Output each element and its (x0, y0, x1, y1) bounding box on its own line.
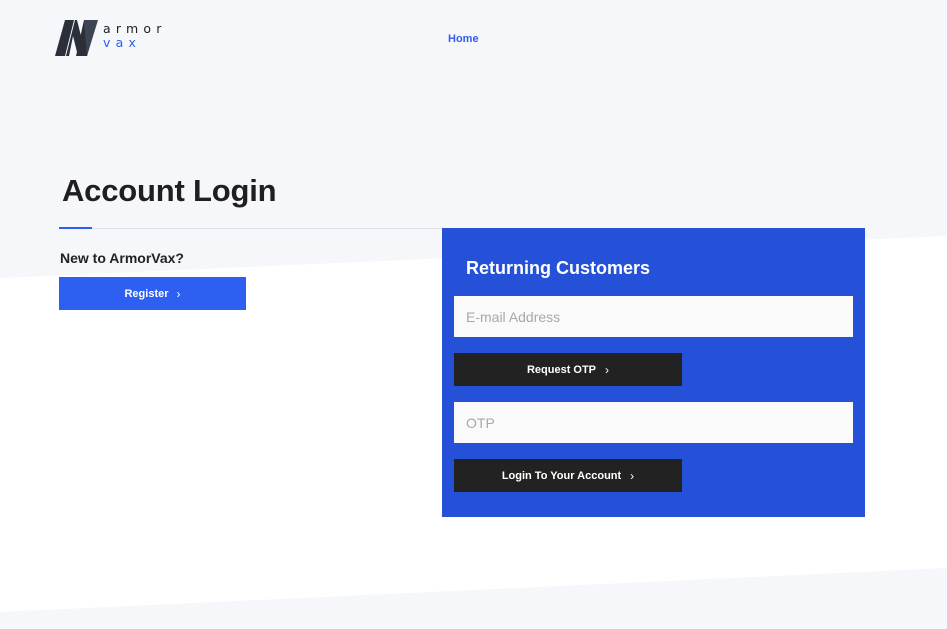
request-otp-label: Request OTP (526, 363, 597, 376)
request-otp-button[interactable]: Request OTP › (454, 353, 682, 386)
title-accent-bar (59, 227, 92, 229)
register-button[interactable]: Register › (59, 277, 246, 310)
returning-customers-heading: Returning Customers (466, 258, 651, 278)
site-header: armor vax Home (0, 0, 947, 80)
page-title: Account Login (62, 173, 277, 208)
email-input[interactable] (454, 296, 853, 337)
title-divider (59, 228, 442, 229)
register-button-label: Register (124, 287, 169, 300)
returning-customers-panel: Returning Customers Request OTP › Login … (442, 228, 865, 517)
nav-home-link[interactable]: Home (448, 33, 479, 45)
brand-logo[interactable]: armor vax (54, 16, 184, 58)
new-customer-heading: New to ArmorVax? (60, 250, 184, 266)
logo-text-vax: vax (103, 35, 142, 50)
chevron-right-icon: › (176, 286, 181, 301)
chevron-right-icon: › (605, 362, 610, 377)
logo-mark-icon (55, 20, 98, 56)
chevron-right-icon: › (630, 468, 635, 483)
logo-text-armor: armor (103, 21, 167, 36)
login-button-label: Login To Your Account (501, 469, 622, 482)
login-button[interactable]: Login To Your Account › (454, 459, 682, 492)
otp-input[interactable] (454, 402, 853, 443)
